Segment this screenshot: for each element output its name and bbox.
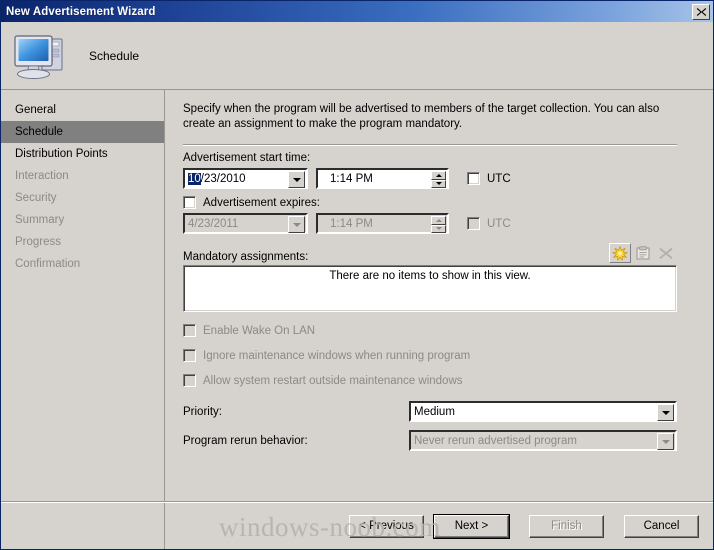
sidebar-item-general[interactable]: General [1,99,164,121]
wake-on-lan-label: Enable Wake On LAN [203,324,316,337]
start-time-spinner[interactable] [431,171,446,188]
spinner-down-button[interactable] [431,179,446,188]
expires-time-value: 1:14 PM [330,217,373,230]
expires-utc-checkbox [467,217,480,230]
wake-on-lan-checkbox [183,324,196,337]
priority-label: Priority: [183,405,222,418]
start-time-value: 1:14 PM [330,172,373,185]
chevron-down-icon [661,410,670,415]
allow-restart-checkbox-row: Allow system restart outside maintenance… [183,374,695,387]
start-date-selected-part: 10 [188,172,201,185]
caret-up-icon [435,173,442,177]
caret-up-icon [435,218,442,222]
expires-time-input: 1:14 PM [316,213,449,234]
next-button[interactable]: Next > [433,513,510,539]
priority-value: Medium [414,405,455,418]
ignore-maintenance-checkbox [183,349,196,362]
close-icon[interactable] [692,3,710,20]
expires-label: Advertisement expires: [203,196,320,209]
rerun-behavior-row: Program rerun behavior: Never rerun adve… [183,430,677,451]
chevron-down-icon [292,222,301,227]
sidebar-item-interaction: Interaction [15,170,69,182]
wizard-steps-sidebar: General Schedule Distribution Points Int… [1,90,165,549]
caret-down-icon [435,182,442,186]
section-divider [183,144,677,146]
listview-empty-message: There are no items to show in this view. [329,270,531,282]
instruction-text: Specify when the program will be adverti… [183,103,660,130]
sidebar-item-confirmation: Confirmation [15,258,81,270]
wizard-window: New Advertisement Wizard Schedule Genera… [0,0,714,550]
close-glyph [696,7,706,16]
expires-utc-checkbox-row: UTC [467,217,511,230]
mandatory-toolbar [609,243,677,263]
chevron-down-icon [661,439,670,444]
new-star-icon[interactable] [609,243,631,263]
expires-date-input: 4/23/2011 [183,213,308,234]
priority-select[interactable]: Medium [409,401,677,422]
sidebar-item-progress: Progress [15,236,62,248]
spinner-up-button [431,216,446,225]
expires-time-row: 4/23/2011 1:14 PM UTC [183,213,695,234]
mandatory-assignments-list[interactable]: There are no items to show in this view. [183,265,677,312]
start-date-dropdown-button[interactable] [288,171,305,188]
start-time-row: 10/23/2010 1:14 PM UTC [183,168,695,189]
start-date-input[interactable]: 10/23/2010 [183,168,308,189]
chevron-down-icon [292,177,301,182]
start-utc-checkbox-row[interactable]: UTC [467,172,511,185]
title-bar: New Advertisement Wizard [1,1,713,22]
expires-utc-label: UTC [487,217,511,230]
rerun-behavior-value: Never rerun advertised program [414,434,577,447]
priority-row: Priority: Medium [183,401,677,422]
sidebar-item-summary: Summary [15,214,65,226]
spinner-up-button[interactable] [431,171,446,180]
computer-icon [14,34,63,79]
start-utc-checkbox[interactable] [467,172,480,185]
expires-checkbox-row[interactable]: Advertisement expires: [183,196,695,209]
priority-dropdown-button[interactable] [657,404,674,421]
star-glyph [612,245,628,261]
spinner-down-button [431,224,446,233]
sidebar-item-security: Security [15,192,57,204]
wizard-content: Specify when the program will be adverti… [165,90,713,549]
cancel-button[interactable]: Cancel [624,514,699,538]
button-bar: < Previous Next > Finish Cancel [1,503,713,549]
start-utc-label: UTC [487,172,511,185]
properties-glyph [636,245,650,259]
page-title: Schedule [89,48,140,63]
allow-restart-checkbox [183,374,196,387]
x-glyph [659,247,673,259]
window-title: New Advertisement Wizard [6,5,156,18]
start-time-label: Advertisement start time: [183,152,695,164]
wizard-body: General Schedule Distribution Points Int… [1,90,713,549]
ignore-maintenance-label: Ignore maintenance windows when running … [203,349,471,362]
delete-x-icon [655,243,677,263]
allow-restart-label: Allow system restart outside maintenance… [203,374,463,387]
expires-checkbox[interactable] [183,196,196,209]
previous-button[interactable]: < Previous [349,514,424,538]
expires-date-value: 4/23/2011 [188,217,239,230]
expires-date-dropdown-button [288,216,305,233]
wizard-header: Schedule [1,22,713,90]
sidebar-item-schedule[interactable]: Schedule [1,121,164,143]
rerun-behavior-select: Never rerun advertised program [409,430,677,451]
ignore-maintenance-checkbox-row: Ignore maintenance windows when running … [183,349,695,362]
caret-down-icon [435,227,442,231]
start-date-rest-part: /23/2010 [200,172,246,185]
wake-on-lan-checkbox-row: Enable Wake On LAN [183,324,695,337]
start-time-label-text: Advertisement start time: [183,152,311,164]
rerun-behavior-label: Program rerun behavior: [183,434,308,447]
sidebar-item-distribution-points[interactable]: Distribution Points [1,143,164,165]
expires-time-spinner [431,216,446,233]
start-time-input[interactable]: 1:14 PM [316,168,449,189]
mandatory-assignments-label: Mandatory assignments: [183,251,309,263]
mandatory-header-row: Mandatory assignments: [183,243,677,263]
rerun-behavior-dropdown-button [657,433,674,450]
finish-button: Finish [529,514,604,538]
properties-icon [632,243,654,263]
